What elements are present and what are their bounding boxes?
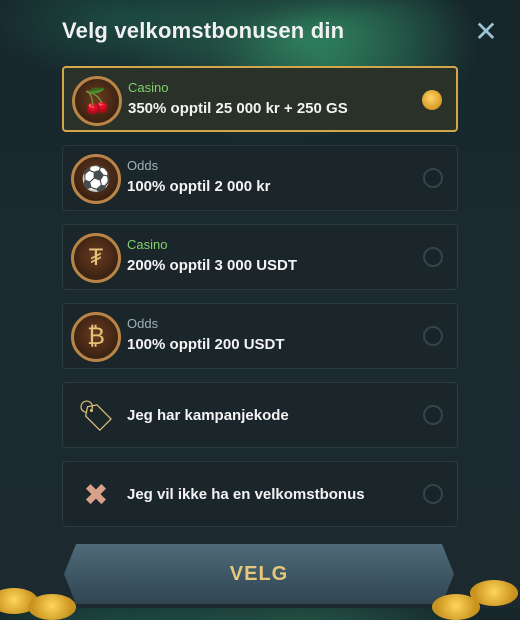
football-icon: ⚽ bbox=[71, 154, 121, 204]
option-label: 350% opptil 25 000 kr + 250 GS bbox=[128, 100, 348, 117]
option-category: Casino bbox=[128, 80, 169, 95]
coins-decoration-left-2 bbox=[28, 594, 76, 620]
option-radio[interactable] bbox=[422, 90, 442, 110]
option-label: 100% opptil 200 USDT bbox=[127, 336, 285, 353]
option-label: Jeg har kampanjekode bbox=[127, 407, 289, 424]
option-category: Odds bbox=[127, 316, 159, 331]
bonus-option-casino-200[interactable]: ₮ Casino 200% opptil 3 000 USDT bbox=[62, 224, 458, 290]
option-category: Casino bbox=[127, 237, 168, 252]
velg-button[interactable]: VELG bbox=[64, 544, 454, 604]
tether-icon: ₮ bbox=[71, 233, 121, 283]
no-bonus-icon: ✖ bbox=[83, 478, 109, 512]
bonus-option-no-bonus[interactable]: ✖ Jeg vil ikke ha en velkomstbonus bbox=[62, 461, 458, 527]
bonus-option-promo-code[interactable]: 🏷 Jeg har kampanjekode bbox=[62, 382, 458, 448]
page-title: Velg velkomstbonusen din bbox=[62, 18, 345, 43]
option-category: Odds bbox=[127, 158, 159, 173]
close-icon[interactable]: ✕ bbox=[472, 18, 500, 46]
coins-decoration-right-2 bbox=[432, 594, 480, 620]
bonus-option-odds-100[interactable]: ⚽ Odds 100% opptil 2 000 kr bbox=[62, 145, 458, 211]
option-radio[interactable] bbox=[423, 405, 443, 425]
option-label: 200% opptil 3 000 USDT bbox=[127, 257, 298, 274]
promo-tag-icon: 🏷 bbox=[76, 399, 116, 433]
option-radio[interactable] bbox=[423, 247, 443, 267]
cherry-icon: 🍒 bbox=[72, 76, 122, 126]
bonus-option-casino-350[interactable]: 🍒 Casino 350% opptil 25 000 kr + 250 GS bbox=[62, 66, 458, 132]
bitcoin-icon: ₿ bbox=[71, 312, 121, 362]
bonus-option-odds-btc[interactable]: ₿ Odds 100% opptil 200 USDT bbox=[62, 303, 458, 369]
option-radio[interactable] bbox=[423, 484, 443, 504]
option-label: Jeg vil ikke ha en velkomstbonus bbox=[127, 486, 365, 503]
option-radio[interactable] bbox=[423, 326, 443, 346]
option-label: 100% opptil 2 000 kr bbox=[127, 178, 271, 195]
option-radio[interactable] bbox=[423, 168, 443, 188]
